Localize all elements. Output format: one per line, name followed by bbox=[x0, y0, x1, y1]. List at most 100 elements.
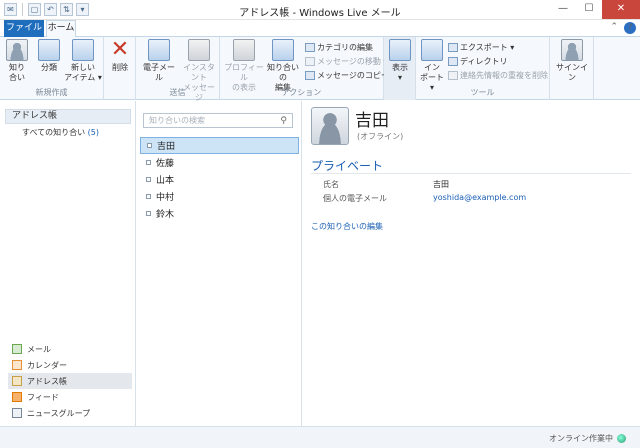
envelope-icon bbox=[148, 39, 170, 61]
directory-button[interactable]: ディレクトリ bbox=[448, 56, 507, 67]
avatar bbox=[311, 107, 349, 145]
field-label-name: 氏名 bbox=[323, 180, 339, 189]
rss-feed-icon bbox=[12, 392, 22, 402]
signin-user-icon bbox=[561, 39, 583, 61]
view-button[interactable]: 表示 ▾ bbox=[388, 39, 412, 83]
contact-name: 山本 bbox=[156, 176, 175, 186]
contact-list-pane: ⚲ 吉田 佐藤 山本 中村 鈴木 bbox=[137, 101, 302, 426]
contact-search-box: ⚲ bbox=[143, 113, 293, 128]
contact-bullet-icon bbox=[146, 211, 151, 216]
list-item[interactable]: 吉田 bbox=[140, 137, 299, 154]
group-new: 知り 合い 分類 新しい アイテム ▾ 新規作成 bbox=[0, 37, 104, 100]
minimize-button[interactable]: — bbox=[550, 0, 576, 19]
delete-button[interactable]: ✕ 削除 bbox=[108, 39, 132, 73]
search-icon[interactable]: ⚲ bbox=[280, 115, 287, 128]
nav-calendar[interactable]: カレンダー bbox=[8, 357, 132, 373]
contact-bullet-icon bbox=[146, 194, 151, 199]
clear-duplicates-label: 連絡先情報の重複を削除 bbox=[460, 71, 548, 80]
move-message-label: メッセージの移動 ▾ bbox=[317, 57, 388, 66]
contact-name: 佐藤 bbox=[156, 159, 175, 169]
sidebar-item-all-contacts[interactable]: すべての知り合い (5) bbox=[22, 127, 99, 138]
category-label: 分類 bbox=[41, 63, 57, 72]
delete-label: 削除 bbox=[112, 63, 128, 72]
category-button[interactable]: 分類 bbox=[37, 39, 61, 73]
online-status[interactable]: オンライン作業中 bbox=[549, 433, 626, 444]
profile-label-1: プロフィール bbox=[224, 63, 264, 82]
section-private: プライベート bbox=[311, 159, 384, 173]
contact-details: 吉田 (オフライン) プライベート 氏名 吉田 個人の電子メール yoshida… bbox=[303, 101, 640, 426]
nav-feeds[interactable]: フィード bbox=[8, 389, 132, 405]
move-message-button[interactable]: メッセージの移動 ▾ bbox=[305, 56, 387, 67]
nav-address-book-label: アドレス帳 bbox=[27, 376, 67, 386]
view-icon bbox=[389, 39, 411, 61]
collapse-ribbon-icon[interactable]: ⌃ bbox=[610, 22, 618, 34]
list-item[interactable]: 鈴木 bbox=[140, 205, 299, 222]
close-button[interactable]: ✕ bbox=[602, 0, 640, 19]
group-actions-title: アクション bbox=[281, 88, 322, 97]
directory-label: ディレクトリ bbox=[460, 57, 508, 66]
clear-duplicates-button[interactable]: 連絡先情報の重複を削除 bbox=[448, 70, 548, 81]
list-item[interactable]: 山本 bbox=[140, 171, 299, 188]
nav-mail-label: メール bbox=[27, 344, 51, 354]
tab-home[interactable]: ホーム bbox=[46, 20, 76, 38]
presence-status: (オフライン) bbox=[357, 132, 404, 141]
new-contact-label-1: 知り bbox=[9, 63, 25, 72]
status-bar: オンライン作業中 bbox=[0, 426, 640, 448]
new-contact-button[interactable]: 知り 合い bbox=[5, 39, 29, 83]
window-controls: — ☐ ✕ bbox=[550, 0, 640, 19]
clear-duplicates-icon bbox=[448, 71, 458, 80]
edit-category-button[interactable]: カテゴリの編集 bbox=[305, 42, 373, 53]
import-button[interactable]: イン ポート ▾ bbox=[419, 39, 445, 93]
new-items-label-2: アイテム ▾ bbox=[64, 73, 102, 82]
help-icon[interactable]: ? bbox=[624, 22, 636, 34]
edit-contact-link[interactable]: この知り合いの編集 bbox=[311, 221, 383, 232]
nav-mail[interactable]: メール bbox=[8, 341, 132, 357]
group-signin: サインイン bbox=[550, 37, 594, 100]
field-value-name: 吉田 bbox=[433, 180, 449, 189]
edit-contact-button[interactable]: 知り合いの 編集 bbox=[264, 39, 302, 93]
move-message-icon bbox=[305, 57, 315, 66]
all-contacts-count: (5) bbox=[87, 128, 100, 137]
maximize-button[interactable]: ☐ bbox=[576, 0, 602, 19]
edit-contact-icon bbox=[272, 39, 294, 61]
list-item[interactable]: 中村 bbox=[140, 188, 299, 205]
address-book-icon bbox=[12, 376, 22, 386]
copy-message-button[interactable]: メッセージのコピー ▾ bbox=[305, 70, 395, 81]
calendar-icon bbox=[12, 360, 22, 370]
globe-icon bbox=[617, 434, 626, 443]
sidebar: アドレス帳 すべての知り合い (5) メール カレンダー アドレス帳 フィード … bbox=[0, 101, 136, 426]
section-divider bbox=[311, 173, 631, 174]
email-label: 電子メール bbox=[143, 63, 175, 82]
view-profile-button[interactable]: プロフィール の表示 bbox=[224, 39, 264, 93]
group-send: 電子メール インスタント メッセージ 送信 bbox=[136, 37, 220, 102]
window-title: アドレス帳 - Windows Live メール bbox=[239, 8, 401, 19]
title-bar: ✉ ▢ ↶ ⇅ ▾ アドレス帳 - Windows Live メール — ☐ ✕ bbox=[0, 0, 640, 20]
tab-file[interactable]: ファイル bbox=[4, 20, 44, 37]
group-delete: ✕ 削除 bbox=[104, 37, 136, 100]
contact-name: 吉田 bbox=[157, 142, 176, 152]
ribbon-tabs: ファイル ホーム ⌃ ? bbox=[0, 20, 640, 38]
delete-x-icon: ✕ bbox=[110, 37, 130, 62]
email-button[interactable]: 電子メール bbox=[140, 39, 178, 83]
nav-address-book[interactable]: アドレス帳 bbox=[8, 373, 132, 389]
contact-bullet-icon bbox=[146, 177, 151, 182]
contact-title: 吉田 bbox=[355, 111, 389, 131]
category-icon bbox=[38, 39, 60, 61]
sidebar-header[interactable]: アドレス帳 bbox=[5, 109, 131, 124]
group-new-title: 新規作成 bbox=[35, 88, 68, 97]
contact-search-input[interactable] bbox=[149, 116, 274, 125]
contact-name: 鈴木 bbox=[156, 210, 175, 220]
export-button[interactable]: エクスポート ▾ bbox=[448, 42, 514, 53]
category-edit-icon bbox=[305, 43, 315, 52]
module-nav: メール カレンダー アドレス帳 フィード ニュースグループ bbox=[8, 341, 132, 421]
online-status-label: オンライン作業中 bbox=[549, 434, 613, 443]
signin-button[interactable]: サインイン bbox=[553, 39, 591, 83]
newsgroup-icon bbox=[12, 408, 22, 418]
import-icon bbox=[421, 39, 443, 61]
list-item[interactable]: 佐藤 bbox=[140, 154, 299, 171]
email-link[interactable]: yoshida@example.com bbox=[433, 193, 526, 202]
im-label-1: インスタント bbox=[183, 63, 215, 82]
group-actions: プロフィール の表示 知り合いの 編集 カテゴリの編集 メッセージの移動 ▾ メ… bbox=[220, 37, 395, 100]
new-items-button[interactable]: 新しい アイテム ▾ bbox=[64, 39, 102, 83]
nav-newsgroups[interactable]: ニュースグループ bbox=[8, 405, 132, 421]
